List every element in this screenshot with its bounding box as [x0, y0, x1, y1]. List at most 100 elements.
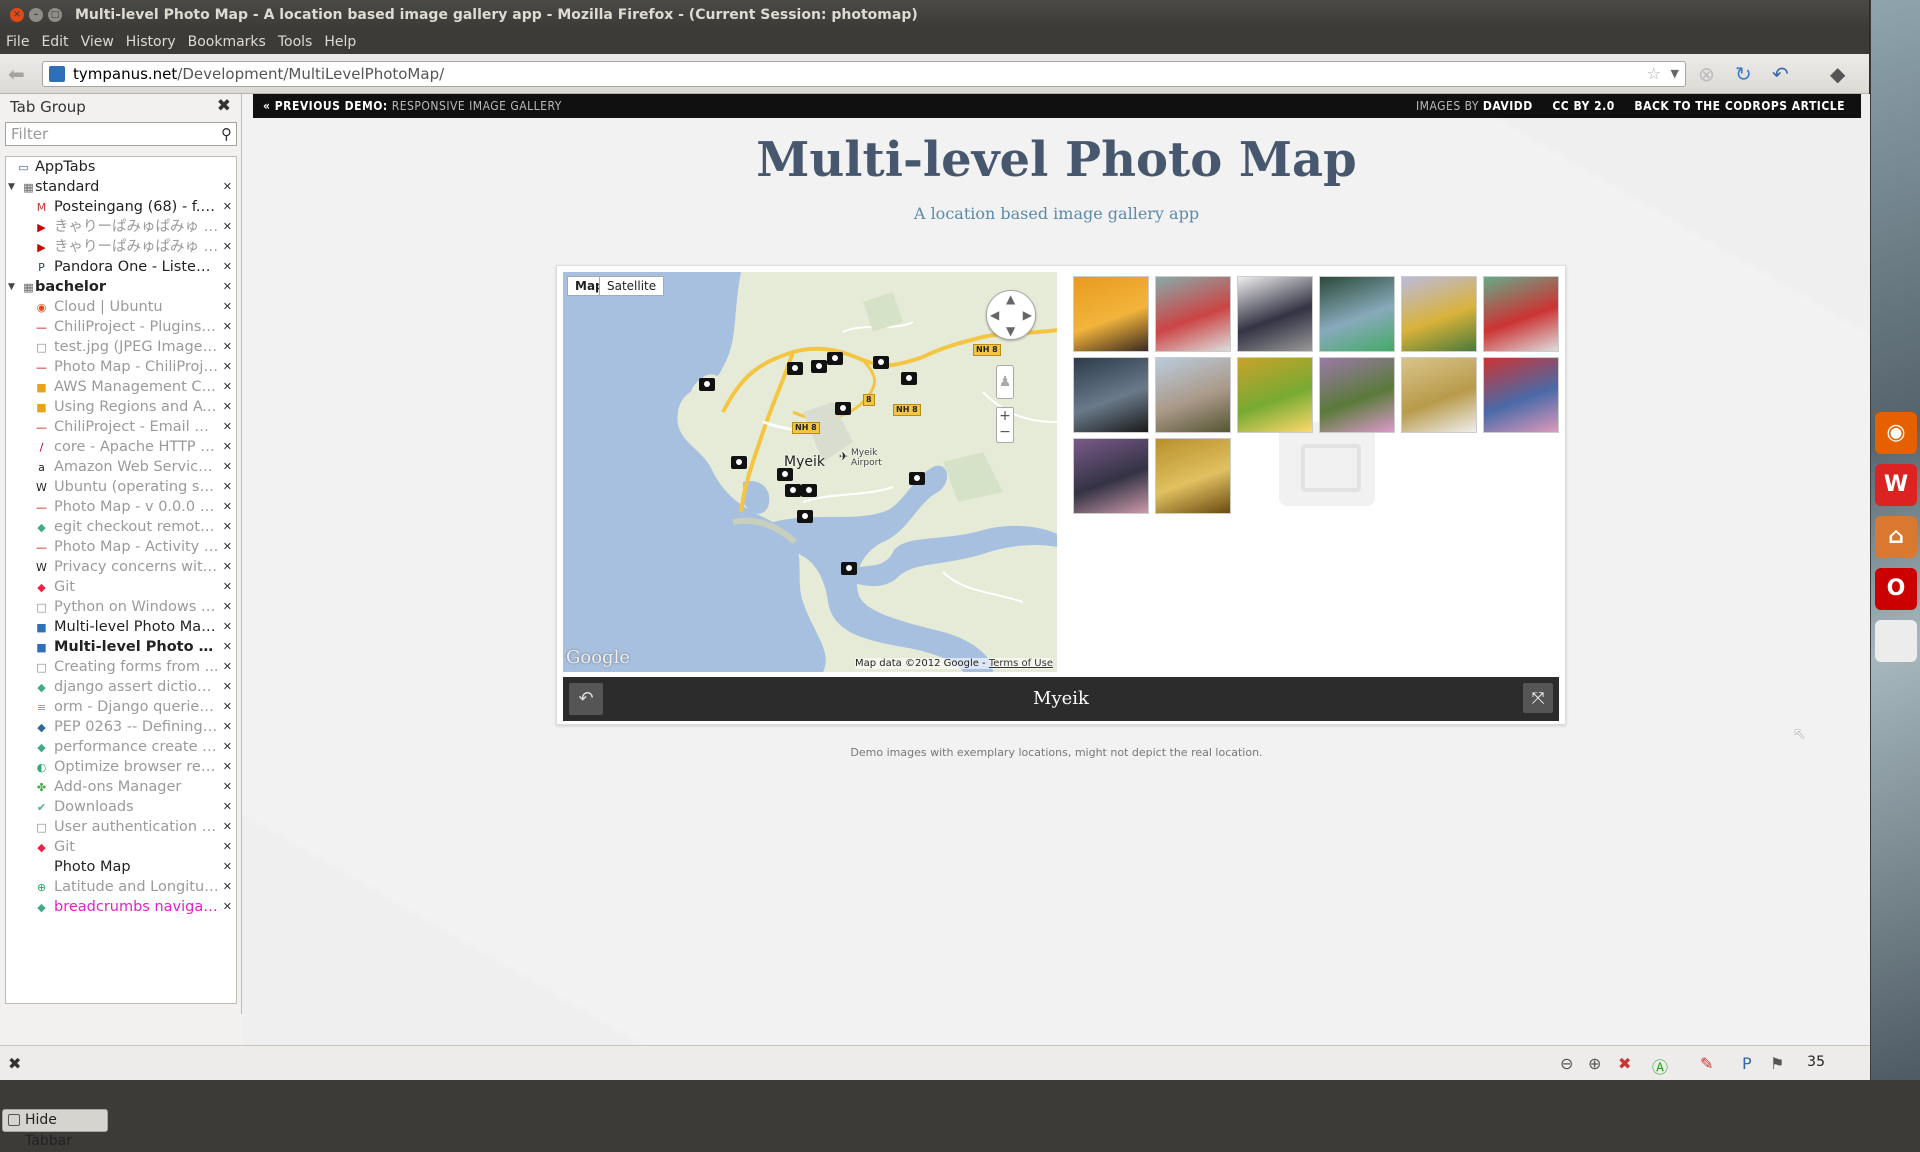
menu-help[interactable]: Help: [318, 30, 362, 54]
zoom-out-button[interactable]: −: [997, 424, 1013, 440]
menu-file[interactable]: File: [0, 30, 35, 54]
photo-thumbnail-golden-figure[interactable]: [1401, 357, 1477, 433]
close-tab-icon[interactable]: ✕: [223, 817, 232, 837]
pan-left-icon[interactable]: ◀: [990, 308, 999, 322]
close-tab-icon[interactable]: ✕: [223, 737, 232, 757]
close-tab-icon[interactable]: ✕: [223, 797, 232, 817]
photo-marker-icon[interactable]: [873, 356, 889, 369]
close-tab-icon[interactable]: ✕: [223, 717, 232, 737]
tab-item[interactable]: a Amazon Web Services... ✕: [6, 457, 236, 477]
photo-thumbnail-gold-ornament[interactable]: [1237, 357, 1313, 433]
addon-p-icon[interactable]: P: [1742, 1054, 1752, 1073]
tab-item[interactable]: ◆ egit checkout remote ... ✕: [6, 517, 236, 537]
close-tab-icon[interactable]: ✕: [223, 397, 232, 417]
tab-item[interactable]: ◆ performance create t... ✕: [6, 737, 236, 757]
previous-demo-link[interactable]: « PREVIOUS DEMO: RESPONSIVE IMAGE GALLER…: [263, 94, 562, 118]
close-tab-icon[interactable]: ✕: [223, 877, 232, 897]
close-tab-icon[interactable]: ✕: [223, 337, 232, 357]
photo-thumbnail-monk[interactable]: [1073, 276, 1149, 352]
photo-thumbnail-guardian-statue[interactable]: [1073, 357, 1149, 433]
tab-item[interactable]: ⊕ Latitude and Longitud... ✕: [6, 877, 236, 897]
close-tab-icon[interactable]: ✕: [223, 357, 232, 377]
expand-triangle-icon[interactable]: ▼: [8, 277, 15, 297]
close-tab-icon[interactable]: ✕: [223, 197, 232, 217]
tab-item[interactable]: W Privacy concerns with ... ✕: [6, 557, 236, 577]
close-icon[interactable]: ✖: [8, 1054, 21, 1073]
photo-marker-icon[interactable]: [785, 484, 801, 497]
close-tab-icon[interactable]: ✕: [223, 557, 232, 577]
close-tab-icon[interactable]: ✕: [223, 317, 232, 337]
tab-item[interactable]: — Photo Map - ChiliProject ✕: [6, 357, 236, 377]
fullscreen-button[interactable]: ⤧: [1523, 683, 1553, 713]
photo-marker-icon[interactable]: [909, 472, 925, 485]
close-tab-icon[interactable]: ✕: [223, 237, 232, 257]
photo-marker-icon[interactable]: [901, 372, 917, 385]
menu-tools[interactable]: Tools: [272, 30, 319, 54]
license-link[interactable]: CC BY 2.0: [1552, 99, 1614, 113]
tab-group-header[interactable]: ▼ ▦ bachelor ✕: [6, 277, 236, 297]
close-tab-icon[interactable]: ✕: [223, 417, 232, 437]
close-tab-icon[interactable]: ✕: [223, 537, 232, 557]
close-tab-icon[interactable]: ✕: [223, 177, 232, 197]
tab-item[interactable]: W Ubuntu (operating sys... ✕: [6, 477, 236, 497]
terms-of-use-link[interactable]: Terms of Use: [989, 658, 1053, 669]
photo-thumbnail-street-crowd[interactable]: [1155, 276, 1231, 352]
close-tab-icon[interactable]: ✕: [223, 897, 232, 917]
photo-thumbnail-school-children[interactable]: [1237, 276, 1313, 352]
zoom-in-icon[interactable]: ⊕: [1588, 1054, 1601, 1073]
tab-item[interactable]: ≡ orm - Django queries - ... ✕: [6, 697, 236, 717]
close-tab-icon[interactable]: ✕: [223, 497, 232, 517]
opera-icon[interactable]: O: [1875, 568, 1917, 610]
photo-thumbnail-red-guardian[interactable]: [1483, 357, 1559, 433]
tab-item[interactable]: / core - Apache HTTP Se... ✕: [6, 437, 236, 457]
tab-item[interactable]: □ Python on Windows F... ✕: [6, 597, 236, 617]
photo-thumbnail-temple-crowd[interactable]: [1155, 357, 1231, 433]
close-tab-icon[interactable]: ✕: [223, 217, 232, 237]
photo-marker-icon[interactable]: [731, 456, 747, 469]
tab-item[interactable]: ◆ breadcrumbs navigati... ✕: [6, 897, 236, 917]
reload-icon[interactable]: ↻: [1735, 63, 1752, 85]
addon-tag-icon[interactable]: ◆: [1830, 63, 1845, 85]
tab-item[interactable]: M Posteingang (68) - f.v.... ✕: [6, 197, 236, 217]
maximize-window-icon[interactable]: □: [48, 8, 62, 22]
tab-item[interactable]: ■ AWS Management Co... ✕: [6, 377, 236, 397]
zoom-out-icon[interactable]: ⊖: [1560, 1054, 1573, 1073]
photo-thumbnail-golden-relief[interactable]: [1155, 438, 1231, 514]
tab-item[interactable]: — ChiliProject - Email De... ✕: [6, 417, 236, 437]
tab-item[interactable]: Photo Map ✕: [6, 857, 236, 877]
photo-marker-icon[interactable]: [777, 468, 793, 481]
tab-item[interactable]: □ Creating forms from ... ✕: [6, 657, 236, 677]
home-folder-icon[interactable]: ⌂: [1875, 516, 1917, 558]
tab-item[interactable]: — Photo Map - Activity - ... ✕: [6, 537, 236, 557]
addon-pen-icon[interactable]: ✎: [1700, 1054, 1713, 1073]
w-icon[interactable]: W: [1875, 464, 1917, 506]
zoom-in-button[interactable]: +: [997, 408, 1013, 424]
close-tab-icon[interactable]: ✕: [223, 677, 232, 697]
menu-view[interactable]: View: [75, 30, 120, 54]
street-view-pegman-icon[interactable]: ♟: [996, 365, 1014, 399]
close-tab-icon[interactable]: ✕: [223, 477, 232, 497]
photo-marker-icon[interactable]: [801, 484, 817, 497]
tab-item[interactable]: ■ Using Regions and Av... ✕: [6, 397, 236, 417]
close-tab-icon[interactable]: ✕: [223, 657, 232, 677]
pan-control[interactable]: ▲ ◀ ▶ ▼: [986, 290, 1036, 340]
close-tab-icon[interactable]: ✕: [223, 617, 232, 637]
close-tab-icon[interactable]: ✕: [223, 577, 232, 597]
photo-thumbnail-market-stall[interactable]: [1483, 276, 1559, 352]
home-undo-icon[interactable]: ↶: [1772, 63, 1789, 85]
tab-item[interactable]: ■ Multi-level Photo M... ✕: [6, 637, 236, 657]
close-tab-icon[interactable]: ✕: [223, 437, 232, 457]
tab-item[interactable]: ✤ Add-ons Manager ✕: [6, 777, 236, 797]
photo-thumbnail-lotus[interactable]: [1319, 357, 1395, 433]
address-bar[interactable]: tympanus.net/Development/MultiLevelPhoto…: [42, 61, 1686, 87]
tab-item[interactable]: ▶ きゃりーぱみゅぱみゅ - P... ✕: [6, 237, 236, 257]
close-tab-icon[interactable]: ✕: [223, 597, 232, 617]
map-type-satellite-button[interactable]: Satellite: [599, 276, 665, 296]
close-tab-icon[interactable]: ✕: [223, 777, 232, 797]
search-icon[interactable]: ⚲: [221, 123, 232, 145]
close-tab-icon[interactable]: ✕: [223, 517, 232, 537]
tab-item[interactable]: □ test.jpg (JPEG Image, ... ✕: [6, 337, 236, 357]
photo-marker-icon[interactable]: [699, 378, 715, 391]
bookmark-star-icon[interactable]: ☆: [1647, 62, 1661, 86]
stop-icon[interactable]: ⊗: [1698, 63, 1715, 85]
